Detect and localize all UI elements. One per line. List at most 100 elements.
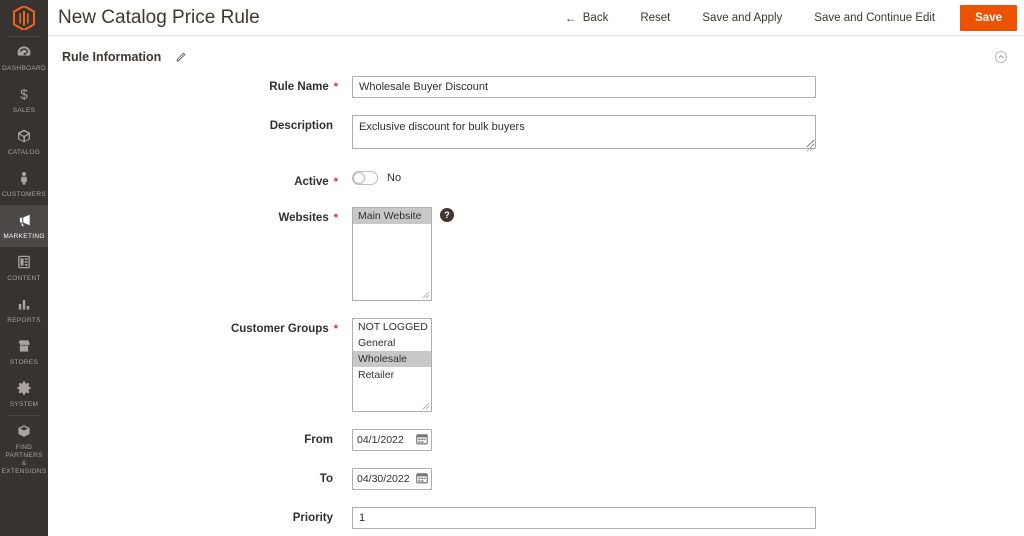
to-date-field xyxy=(352,468,432,490)
to-label: To xyxy=(319,473,333,485)
priority-input[interactable] xyxy=(352,507,816,529)
customer-groups-option[interactable]: General xyxy=(353,335,431,351)
svg-text:$: $ xyxy=(20,87,28,102)
magento-logo[interactable] xyxy=(0,0,48,36)
active-toggle-state-label: No xyxy=(387,172,402,184)
from-label-wrap: From xyxy=(48,429,338,448)
sidebar-item-label-line1: FIND PARTNERS xyxy=(5,444,43,459)
back-button[interactable]: ← Back xyxy=(549,0,625,36)
resize-grip-icon xyxy=(422,402,430,410)
sidebar-item-catalog[interactable]: CATALOG xyxy=(0,121,48,163)
save-and-continue-label: Save and Continue Edit xyxy=(814,11,936,24)
rule-information-section-header: Rule Information xyxy=(48,36,1024,76)
active-toggle[interactable] xyxy=(352,171,378,185)
rule-name-input[interactable] xyxy=(352,76,816,98)
websites-help-icon[interactable]: ? xyxy=(440,208,454,222)
save-and-apply-button[interactable]: Save and Apply xyxy=(686,0,798,36)
save-button-label: Save xyxy=(975,11,1002,24)
customer-groups-control: NOT LOGGED IN General Wholesale Retailer xyxy=(338,318,1024,412)
collapse-section-button[interactable] xyxy=(992,48,1010,66)
description-label-wrap: Description xyxy=(48,115,338,134)
edit-section-button[interactable] xyxy=(173,50,188,65)
reset-button[interactable]: Reset xyxy=(624,0,686,36)
websites-label-wrap: Websites * xyxy=(48,207,338,226)
marketing-megaphone-icon xyxy=(16,212,33,230)
from-label: From xyxy=(304,434,333,446)
sidebar-item-label: MARKETING xyxy=(3,233,45,240)
sales-dollar-icon: $ xyxy=(16,86,32,104)
question-mark-glyph: ? xyxy=(444,210,450,220)
page-title: New Catalog Price Rule xyxy=(58,6,260,28)
priority-control xyxy=(338,507,1024,529)
description-control: Exclusive discount for bulk buyers xyxy=(338,115,1024,154)
back-button-label: Back xyxy=(582,11,609,24)
active-toggle-knob xyxy=(353,172,365,184)
sidebar-item-content[interactable]: CONTENT xyxy=(0,247,48,289)
sidebar-item-system[interactable]: SYSTEM xyxy=(0,373,48,415)
from-date-field xyxy=(352,429,432,451)
from-calendar-button[interactable] xyxy=(413,430,431,450)
description-textarea-holder: Exclusive discount for bulk buyers xyxy=(352,115,816,154)
sidebar-item-reports[interactable]: REPORTS xyxy=(0,289,48,331)
sidebar-item-label: REPORTS xyxy=(7,317,41,324)
active-label-wrap: Active * xyxy=(48,171,338,190)
resize-grip-icon xyxy=(422,291,430,299)
field-from-date: From xyxy=(48,429,1024,451)
page-actions-toolbar: ← Back Reset Save and Apply Save and Con… xyxy=(549,0,1024,36)
websites-control: Main Website ? xyxy=(338,207,1024,301)
admin-sidebar: DASHBOARD $ SALES CATALOG CUSTOMERS MARK… xyxy=(0,0,48,536)
main-content: New Catalog Price Rule ← Back Reset Save… xyxy=(48,0,1024,536)
section-title: Rule Information xyxy=(62,50,162,64)
calendar-icon xyxy=(416,433,428,448)
to-control xyxy=(338,468,1024,490)
field-to-date: To xyxy=(48,468,1024,490)
sidebar-item-label: CONTENT xyxy=(7,275,41,282)
sidebar-item-label: CUSTOMERS xyxy=(1,191,47,198)
priority-label-wrap: Priority xyxy=(48,507,338,526)
sidebar-item-stores[interactable]: STORES xyxy=(0,331,48,373)
partners-box-icon xyxy=(16,423,32,441)
priority-label: Priority xyxy=(292,512,333,524)
rule-name-label-wrap: Rule Name * xyxy=(48,76,338,95)
websites-multiselect[interactable]: Main Website xyxy=(352,207,432,301)
dashboard-icon xyxy=(16,44,32,62)
chevron-up-circle-icon xyxy=(994,50,1008,67)
customer-groups-multiselect[interactable]: NOT LOGGED IN General Wholesale Retailer xyxy=(352,318,432,412)
description-textarea[interactable]: Exclusive discount for bulk buyers xyxy=(352,115,816,149)
magento-logo-icon xyxy=(13,6,35,30)
stores-building-icon xyxy=(16,338,32,356)
sidebar-item-label: CATALOG xyxy=(7,149,41,156)
sidebar-item-find-partners[interactable]: FIND PARTNERS & EXTENSIONS xyxy=(0,416,48,482)
sidebar-item-sales[interactable]: $ SALES xyxy=(0,79,48,121)
description-label: Description xyxy=(269,120,333,132)
sidebar-item-label: SALES xyxy=(12,107,36,114)
websites-option[interactable]: Main Website xyxy=(353,208,431,224)
active-label: Active xyxy=(294,176,329,188)
save-and-continue-edit-button[interactable]: Save and Continue Edit xyxy=(798,0,951,36)
field-customer-groups: Customer Groups * NOT LOGGED IN General … xyxy=(48,318,1024,412)
to-calendar-button[interactable] xyxy=(413,469,431,489)
from-date-input[interactable] xyxy=(353,430,413,450)
save-button[interactable]: Save xyxy=(960,4,1017,31)
sidebar-item-customers[interactable]: CUSTOMERS xyxy=(0,163,48,205)
sidebar-item-marketing[interactable]: MARKETING xyxy=(0,205,48,247)
calendar-icon xyxy=(416,472,428,487)
admin-app: DASHBOARD $ SALES CATALOG CUSTOMERS MARK… xyxy=(0,0,1024,536)
sidebar-item-label: DASHBOARD xyxy=(2,65,46,72)
to-date-input[interactable] xyxy=(353,469,413,489)
rule-name-label: Rule Name xyxy=(269,81,329,93)
customer-groups-label: Customer Groups xyxy=(230,323,329,335)
rule-information-form: Rule Name * Description Exclusive discou… xyxy=(48,76,1024,536)
catalog-box-icon xyxy=(16,128,32,146)
field-priority: Priority xyxy=(48,507,1024,529)
field-rule-name: Rule Name * xyxy=(48,76,1024,98)
sidebar-item-dashboard[interactable]: DASHBOARD xyxy=(0,37,48,79)
field-active: Active * No xyxy=(48,171,1024,190)
customer-groups-option[interactable]: Retailer xyxy=(353,367,431,383)
save-and-apply-label: Save and Apply xyxy=(702,11,783,24)
reports-bar-icon xyxy=(16,296,32,314)
customer-groups-option[interactable]: Wholesale xyxy=(353,351,431,367)
field-description: Description Exclusive discount for bulk … xyxy=(48,115,1024,154)
customer-groups-option[interactable]: NOT LOGGED IN xyxy=(353,319,431,335)
system-gear-icon xyxy=(16,380,32,398)
